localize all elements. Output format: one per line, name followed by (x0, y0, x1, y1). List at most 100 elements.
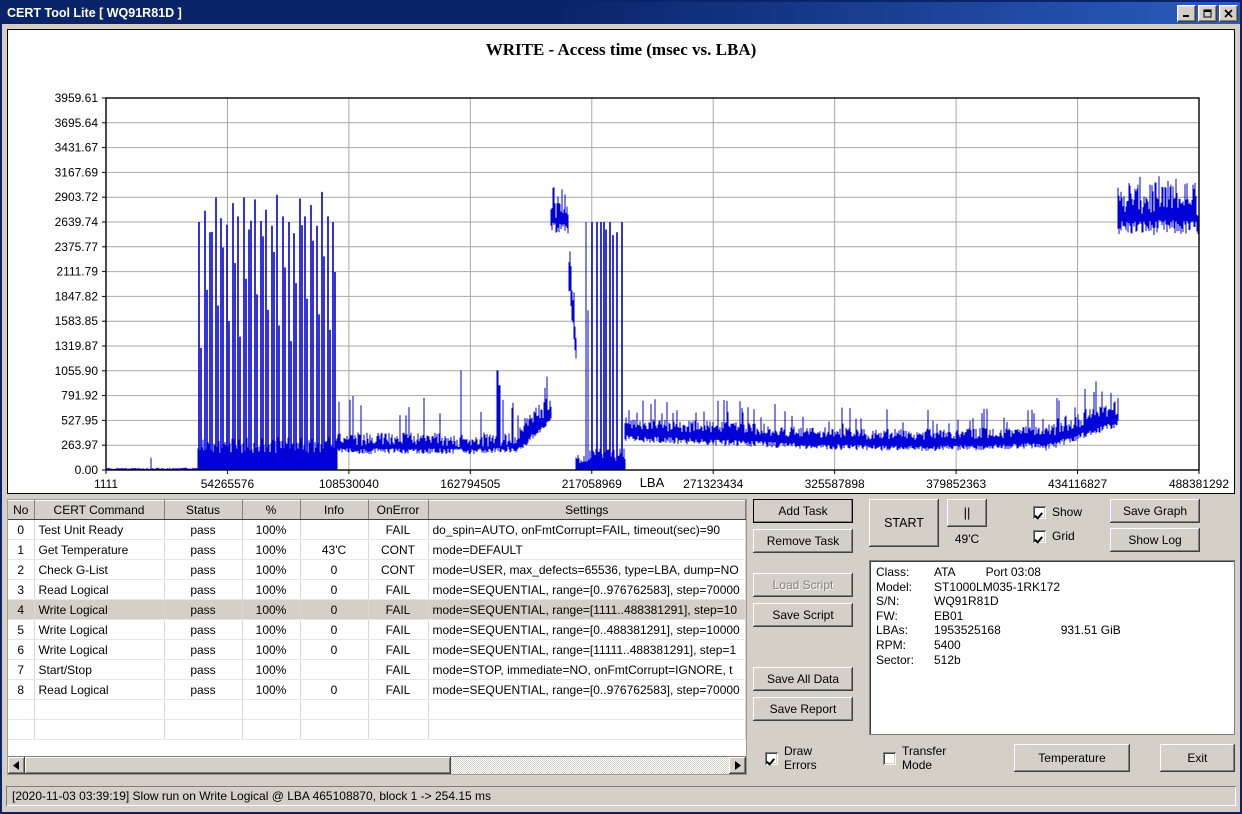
svg-text:1847.82: 1847.82 (55, 289, 99, 303)
col-header-info[interactable]: Info (300, 500, 369, 520)
grid-checkbox-row[interactable]: Grid (1033, 529, 1082, 543)
cell-percent: 100% (242, 519, 301, 540)
svg-text:2639.74: 2639.74 (55, 215, 99, 229)
table-row-empty (8, 699, 746, 720)
grid-label: Grid (1052, 529, 1075, 543)
cell-info: 43'C (300, 539, 369, 560)
transfer-mode-checkbox[interactable] (883, 751, 897, 765)
start-button[interactable]: START (869, 499, 939, 547)
table-horizontal-scrollbar[interactable] (8, 756, 746, 774)
cell-no: 3 (8, 579, 35, 600)
drive-model-row: Model: ST1000LM035-1RK172 (876, 580, 1228, 595)
drive-lbas-value: 1953525168 (934, 623, 1001, 638)
col-header-status[interactable]: Status (164, 500, 243, 520)
bottom-control-row: Draw Errors Transfer Mode Temperature Ex… (753, 735, 1235, 775)
table-row[interactable]: 6 Write Logical pass 100% 0 FAIL mode=SEQUENTI… (8, 639, 746, 660)
cell-info: 0 (300, 579, 369, 600)
svg-text:2903.72: 2903.72 (55, 190, 99, 204)
svg-text:488381292: 488381292 (1169, 477, 1229, 491)
cell-no: 8 (8, 679, 35, 700)
table-row[interactable]: 8 Read Logical pass 100% 0 FAIL mode=SEQUENTIA… (8, 679, 746, 700)
drive-sector-value: 512b (934, 652, 961, 667)
task-table-body[interactable]: No CERT Command Status % Info OnError Se… (8, 500, 746, 756)
access-time-plot: 3959.61 3695.64 3431.67 3167.69 2903.72 2639.… (55, 91, 1230, 491)
svg-text:434116827: 434116827 (1048, 477, 1108, 491)
draw-errors-checkbox-row[interactable]: Draw Errors (765, 744, 845, 772)
show-checkbox-row[interactable]: Show (1033, 505, 1082, 519)
scrollbar-track[interactable] (25, 757, 729, 774)
title-bar: CERT Tool Lite [ WQ91R81D ] (2, 2, 1240, 24)
client-area: WRITE - Access time (msec vs. LBA) 3959.… (2, 24, 1240, 780)
drive-class-value: ATA (934, 565, 956, 579)
task-table-panel[interactable]: No CERT Command Status % Info OnError Se… (7, 499, 747, 775)
table-row[interactable]: 3 Read Logical pass 100% 0 FAIL mode=SEQUENTIA… (8, 579, 746, 600)
table-row[interactable]: 2 Check G-List pass 100% 0 CONT mode=USER, max… (8, 559, 746, 580)
drive-lbas-row: LBAs: 1953525168 931.51 GiB (876, 623, 1228, 638)
save-all-data-button[interactable]: Save All Data (753, 667, 853, 691)
pause-column: || 49'C (947, 499, 987, 546)
cell-settings: mode=STOP, immediate=NO, onFmtCorrupt=IG… (428, 659, 746, 680)
table-row[interactable]: 5 Write Logical pass 100% 0 FAIL mode=SEQUENTI… (8, 619, 746, 640)
pause-button[interactable]: || (947, 499, 987, 527)
table-row[interactable]: 7 Start/Stop pass 100% FAIL mode=STOP, immedi… (8, 659, 746, 680)
table-row[interactable]: 4 Write Logical pass 100% 0 FAIL mode=SEQUENTI… (8, 599, 746, 620)
transfer-mode-checkbox-row[interactable]: Transfer Mode (883, 744, 976, 772)
cell-percent: 100% (242, 579, 301, 600)
add-task-button[interactable]: Add Task (753, 499, 853, 523)
table-row[interactable]: 0 Test Unit Ready pass 100% FAIL do_spin=AUTO… (8, 519, 746, 540)
cell-command: Write Logical (34, 599, 165, 620)
lower-area: No CERT Command Status % Info OnError Se… (7, 499, 1235, 775)
maximize-icon[interactable] (1198, 4, 1217, 22)
run-controls-row: START || 49'C Show Grid Save Graph Show … (869, 499, 1235, 552)
drive-sector-key: Sector: (876, 652, 915, 667)
cell-no: 6 (8, 639, 35, 660)
show-log-button[interactable]: Show Log (1110, 528, 1201, 552)
cell-onerror: FAIL (368, 619, 429, 640)
svg-text:108530040: 108530040 (319, 477, 379, 491)
cell-settings: mode=DEFAULT (428, 539, 746, 560)
table-row[interactable]: 1 Get Temperature pass 100% 43'C CONT mode=DEF… (8, 539, 746, 560)
exit-button[interactable]: Exit (1159, 744, 1235, 772)
close-icon[interactable] (1219, 4, 1238, 22)
scroll-right-arrow-icon[interactable] (729, 757, 746, 774)
table-row-empty (8, 719, 746, 740)
svg-text:2111.79: 2111.79 (56, 265, 98, 279)
chart-panel[interactable]: WRITE - Access time (msec vs. LBA) 3959.… (7, 29, 1235, 494)
save-report-button[interactable]: Save Report (753, 697, 853, 721)
drive-fw-value: EB01 (934, 608, 964, 623)
cell-empty (242, 699, 301, 720)
draw-errors-checkbox[interactable] (765, 751, 778, 765)
svg-text:2375.77: 2375.77 (55, 240, 99, 254)
minimize-icon[interactable] (1177, 4, 1196, 22)
scroll-left-arrow-icon[interactable] (8, 757, 25, 774)
remove-task-button[interactable]: Remove Task (753, 529, 853, 553)
save-graph-button[interactable]: Save Graph (1110, 499, 1201, 523)
cell-empty (428, 719, 746, 740)
cell-settings: mode=SEQUENTIAL, range=[1111..488381291]… (428, 599, 746, 620)
save-script-button[interactable]: Save Script (753, 603, 853, 627)
svg-text:3959.61: 3959.61 (55, 91, 99, 105)
drive-capacity-value: 931.51 GiB (1060, 623, 1121, 638)
col-header-command[interactable]: CERT Command (34, 500, 165, 520)
scrollbar-thumb[interactable] (25, 757, 451, 774)
cell-status: pass (164, 539, 243, 560)
cell-percent: 100% (242, 639, 301, 660)
temperature-button[interactable]: Temperature (1014, 744, 1130, 772)
col-header-settings[interactable]: Settings (428, 500, 746, 520)
grid-checkbox[interactable] (1033, 529, 1046, 543)
cell-onerror: FAIL (368, 639, 429, 660)
svg-text:1055.90: 1055.90 (55, 364, 99, 378)
cell-percent: 100% (242, 619, 301, 640)
cell-info: 0 (300, 599, 369, 620)
cell-command: Read Logical (34, 579, 165, 600)
col-header-no[interactable]: No (8, 500, 35, 520)
graph-options: Show Grid (1033, 499, 1082, 543)
cell-no: 2 (8, 559, 35, 580)
show-checkbox[interactable] (1033, 505, 1046, 519)
col-header-onerror[interactable]: OnError (368, 500, 429, 520)
cell-onerror: FAIL (368, 679, 429, 700)
col-header-percent[interactable]: % (242, 500, 301, 520)
svg-text:3431.67: 3431.67 (55, 141, 99, 155)
draw-errors-label: Draw Errors (784, 744, 817, 772)
cell-settings: mode=SEQUENTIAL, range=[0..976762583], s… (428, 579, 746, 600)
